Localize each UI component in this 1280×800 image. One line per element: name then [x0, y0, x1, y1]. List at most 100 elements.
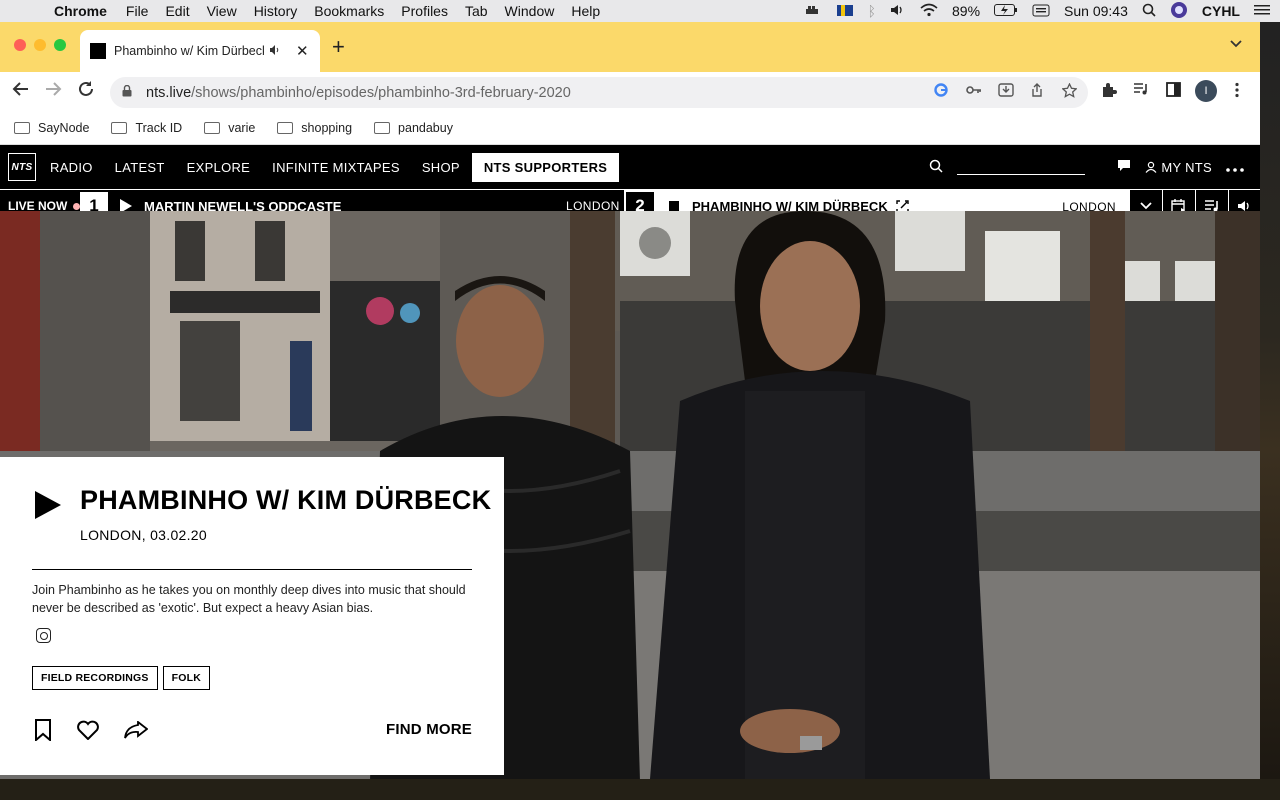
nts-site-nav: NTS RADIO LATEST EXPLORE INFINITE MIXTAP…	[0, 145, 1260, 189]
url-path: /shows/phambinho/episodes/phambinho-3rd-…	[191, 84, 571, 101]
nav-latest[interactable]: LATEST	[115, 160, 165, 175]
profile-avatar[interactable]: I	[1195, 80, 1217, 102]
bookmark-label: pandabuy	[398, 121, 453, 135]
menu-help[interactable]: Help	[571, 3, 600, 19]
bookmark-saynode[interactable]: SayNode	[14, 121, 89, 135]
share-icon[interactable]	[124, 720, 149, 744]
bookmark-label: shopping	[301, 121, 353, 135]
nav-explore[interactable]: EXPLORE	[187, 160, 251, 175]
bluetooth-icon[interactable]: ᛒ	[868, 3, 876, 19]
heart-icon[interactable]	[76, 720, 100, 745]
episode-location-date: LONDON, 03.02.20	[80, 527, 207, 543]
wifi-icon[interactable]	[920, 3, 938, 20]
tag-folk[interactable]: FOLK	[162, 666, 211, 690]
play-episode-icon[interactable]	[35, 491, 61, 519]
media-queue-icon[interactable]	[1133, 82, 1149, 100]
maximize-window-button[interactable]	[54, 39, 66, 51]
password-key-icon[interactable]	[966, 83, 982, 100]
search-input[interactable]	[957, 173, 1086, 175]
address-bar[interactable]: nts.live/shows/phambinho/episodes/phambi…	[110, 77, 1088, 108]
menu-window[interactable]: Window	[505, 3, 555, 19]
bookmarks-bar: SayNode Track ID varie shopping pandabuy	[0, 112, 1260, 145]
bookmark-star-icon[interactable]	[1061, 82, 1078, 101]
browser-window: Phambinho w/ Kim Dürbeck ✕ + nts.live/sh…	[0, 22, 1260, 779]
folder-icon	[277, 122, 294, 134]
search-icon[interactable]	[929, 159, 943, 176]
menu-user-name[interactable]: CYHL	[1202, 3, 1240, 19]
forward-icon[interactable]	[44, 80, 62, 103]
extensions-puzzle-icon[interactable]	[1101, 82, 1117, 102]
desktop-background	[1260, 22, 1280, 800]
url-host: nts.live	[146, 84, 192, 101]
control-center-icon[interactable]	[1254, 3, 1270, 19]
nav-nts-supporters[interactable]: NTS SUPPORTERS	[471, 152, 620, 182]
browser-tab-active[interactable]: Phambinho w/ Kim Dürbeck ✕	[80, 30, 320, 72]
back-icon[interactable]	[12, 80, 30, 103]
instagram-icon[interactable]	[36, 628, 51, 643]
clock[interactable]: Sun 09:43	[1064, 3, 1128, 19]
bookmark-shopping[interactable]: shopping	[277, 121, 352, 135]
chat-icon[interactable]	[1117, 159, 1131, 175]
keyboard-input-icon[interactable]	[1032, 3, 1050, 20]
chevron-down-icon	[1140, 202, 1152, 210]
desktop-background-bottom	[0, 779, 1280, 800]
folder-icon	[111, 122, 128, 134]
install-app-icon[interactable]	[998, 83, 1014, 100]
battery-percent[interactable]: 89%	[952, 3, 980, 19]
tab-audio-icon[interactable]	[270, 44, 282, 58]
folder-icon	[14, 122, 30, 134]
chrome-menu-icon[interactable]	[1234, 82, 1240, 102]
more-options-icon[interactable]	[1226, 160, 1244, 175]
minimize-window-button[interactable]	[34, 39, 46, 51]
reload-icon[interactable]	[77, 80, 95, 103]
bookmark-label: varie	[228, 121, 256, 135]
menu-view[interactable]: View	[207, 3, 237, 19]
find-more-link[interactable]: FIND MORE	[386, 721, 472, 738]
bookmark-pandabuy[interactable]: pandabuy	[374, 121, 453, 135]
battery-charging-icon[interactable]	[994, 3, 1018, 19]
nav-infinite-mixtapes[interactable]: INFINITE MIXTAPES	[272, 160, 400, 175]
episode-card: PHAMBINHO W/ KIM DÜRBECK LONDON, 03.02.2…	[0, 457, 504, 775]
folder-icon	[204, 122, 221, 134]
tab-strip: Phambinho w/ Kim Dürbeck ✕ +	[0, 22, 1260, 72]
volume-icon[interactable]	[890, 3, 906, 20]
macos-menu-bar: Chrome File Edit View History Bookmarks …	[0, 0, 1280, 22]
menu-bookmarks[interactable]: Bookmarks	[314, 3, 384, 19]
side-panel-icon[interactable]	[1166, 82, 1181, 101]
folder-icon	[374, 122, 391, 134]
menu-profiles[interactable]: Profiles	[401, 3, 448, 19]
menu-tab[interactable]: Tab	[465, 3, 488, 19]
nav-radio[interactable]: RADIO	[50, 160, 93, 175]
nav-shop[interactable]: SHOP	[422, 160, 460, 175]
flag-icon[interactable]	[836, 3, 854, 20]
nts-favicon	[90, 43, 106, 59]
share-icon[interactable]	[1030, 83, 1044, 100]
tag-field-recordings[interactable]: FIELD RECORDINGS	[32, 666, 158, 690]
genre-tags: FIELD RECORDINGS FOLK	[32, 666, 211, 690]
new-tab-button[interactable]: +	[332, 34, 345, 60]
menu-file[interactable]: File	[126, 3, 149, 19]
bookmark-varie[interactable]: varie	[204, 121, 255, 135]
tab-close-icon[interactable]: ✕	[296, 42, 309, 60]
tab-search-chevron-icon[interactable]	[1230, 36, 1242, 51]
episode-actions	[34, 719, 149, 746]
menu-history[interactable]: History	[254, 3, 298, 19]
bookmark-label: Track ID	[135, 121, 183, 135]
stop-icon[interactable]	[669, 201, 679, 211]
tab-title: Phambinho w/ Kim Dürbeck	[114, 44, 264, 58]
menu-app-name[interactable]: Chrome	[54, 3, 107, 19]
google-icon[interactable]	[934, 83, 948, 100]
lock-icon[interactable]	[122, 84, 132, 100]
nts-logo[interactable]: NTS	[8, 153, 36, 181]
browser-toolbar: nts.live/shows/phambinho/episodes/phambi…	[0, 72, 1260, 112]
docker-icon[interactable]	[804, 3, 822, 20]
my-nts-button[interactable]: MY NTS	[1145, 160, 1212, 175]
user-profile-icon[interactable]	[1170, 1, 1188, 22]
user-icon	[1145, 161, 1157, 173]
menu-edit[interactable]: Edit	[165, 3, 189, 19]
spotlight-search-icon[interactable]	[1142, 3, 1156, 20]
episode-description: Join Phambinho as he takes you on monthl…	[32, 583, 466, 615]
bookmark-icon[interactable]	[34, 719, 52, 746]
close-window-button[interactable]	[14, 39, 26, 51]
bookmark-track-id[interactable]: Track ID	[111, 121, 182, 135]
